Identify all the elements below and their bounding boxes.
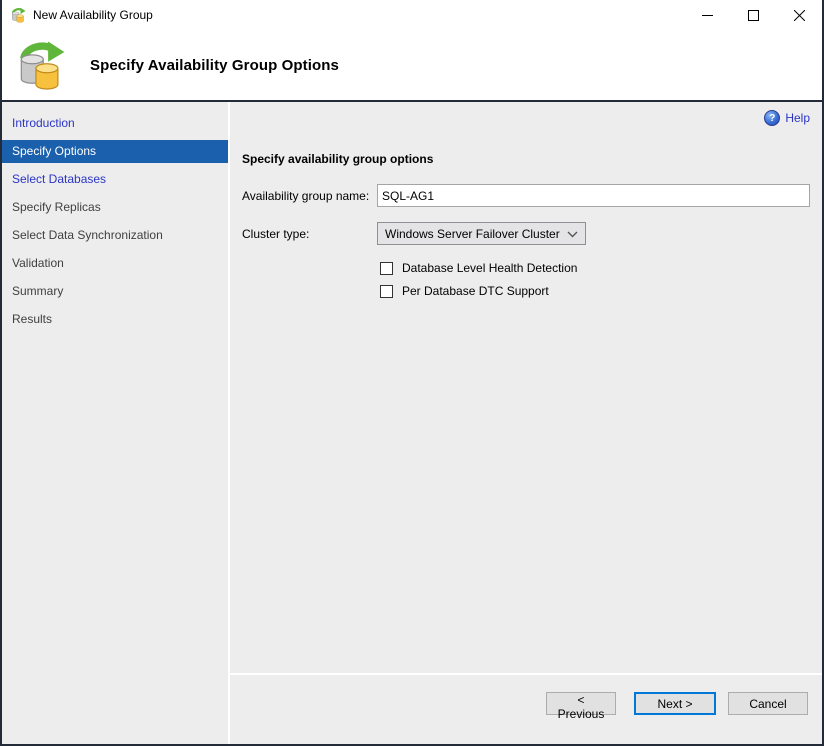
availability-group-large-icon: [14, 38, 66, 92]
db-level-health-detection-row: Database Level Health Detection: [380, 261, 577, 275]
per-db-dtc-support-checkbox[interactable]: [380, 284, 393, 298]
sidebar-item-specify-replicas: Specify Replicas: [12, 200, 101, 214]
cancel-button[interactable]: Cancel: [728, 692, 808, 715]
chevron-down-icon: [567, 231, 578, 238]
sidebar-item-validation: Validation: [12, 256, 64, 270]
title-bar: New Availability Group: [2, 0, 822, 30]
sidebar-item-select-data-sync: Select Data Synchronization: [12, 228, 163, 242]
help-icon: ?: [764, 110, 781, 126]
per-db-dtc-support-row: Per Database DTC Support: [380, 284, 549, 298]
cluster-type-row: Cluster type: Windows Server Failover Cl…: [242, 222, 586, 245]
db-level-health-detection-checkbox[interactable]: [380, 261, 393, 275]
availability-group-icon: [10, 7, 26, 23]
next-button[interactable]: Next >: [634, 692, 716, 715]
maximize-button[interactable]: [730, 0, 776, 30]
window-controls: [684, 0, 822, 30]
cluster-type-label: Cluster type:: [242, 226, 310, 241]
help-label: Help: [785, 111, 810, 125]
sidebar-item-introduction[interactable]: Introduction: [2, 112, 228, 135]
help-link[interactable]: ? Help: [764, 110, 810, 126]
sidebar-item-summary: Summary: [12, 284, 64, 298]
cluster-type-dropdown[interactable]: Windows Server Failover Cluster: [377, 222, 586, 245]
new-availability-group-window: New Availability Group Specify Availabil…: [0, 0, 824, 746]
footer-button-bar: < Previous Next > Cancel: [230, 675, 822, 744]
availability-group-name-label: Availability group name:: [242, 188, 370, 203]
close-button[interactable]: [776, 0, 822, 30]
cluster-type-value: Windows Server Failover Cluster: [385, 226, 560, 241]
sidebar-item-results: Results: [12, 312, 53, 326]
section-title: Specify availability group options: [242, 152, 434, 166]
options-content: ? Help Specify availability group option…: [230, 102, 822, 673]
availability-group-name-row: Availability group name:: [242, 184, 810, 207]
maximize-icon: [747, 9, 759, 21]
wizard-body: Introduction Specify Options Select Data…: [2, 102, 822, 744]
wizard-steps-sidebar: Introduction Specify Options Select Data…: [2, 102, 228, 744]
page-title: Specify Availability Group Options: [90, 56, 339, 74]
window-title: New Availability Group: [33, 8, 153, 22]
sidebar-item-specify-options[interactable]: Specify Options: [2, 140, 228, 163]
main-panel: ? Help Specify availability group option…: [230, 102, 822, 744]
db-level-health-detection-label: Database Level Health Detection: [402, 261, 578, 275]
minimize-icon: [701, 14, 713, 16]
minimize-button[interactable]: [684, 0, 730, 30]
per-db-dtc-support-label: Per Database DTC Support: [402, 284, 549, 298]
sidebar-item-select-databases[interactable]: Select Databases: [2, 168, 228, 191]
wizard-header: Specify Availability Group Options: [2, 30, 822, 100]
availability-group-name-input[interactable]: [377, 184, 810, 207]
close-icon: [793, 9, 805, 21]
previous-button[interactable]: < Previous: [546, 692, 616, 721]
